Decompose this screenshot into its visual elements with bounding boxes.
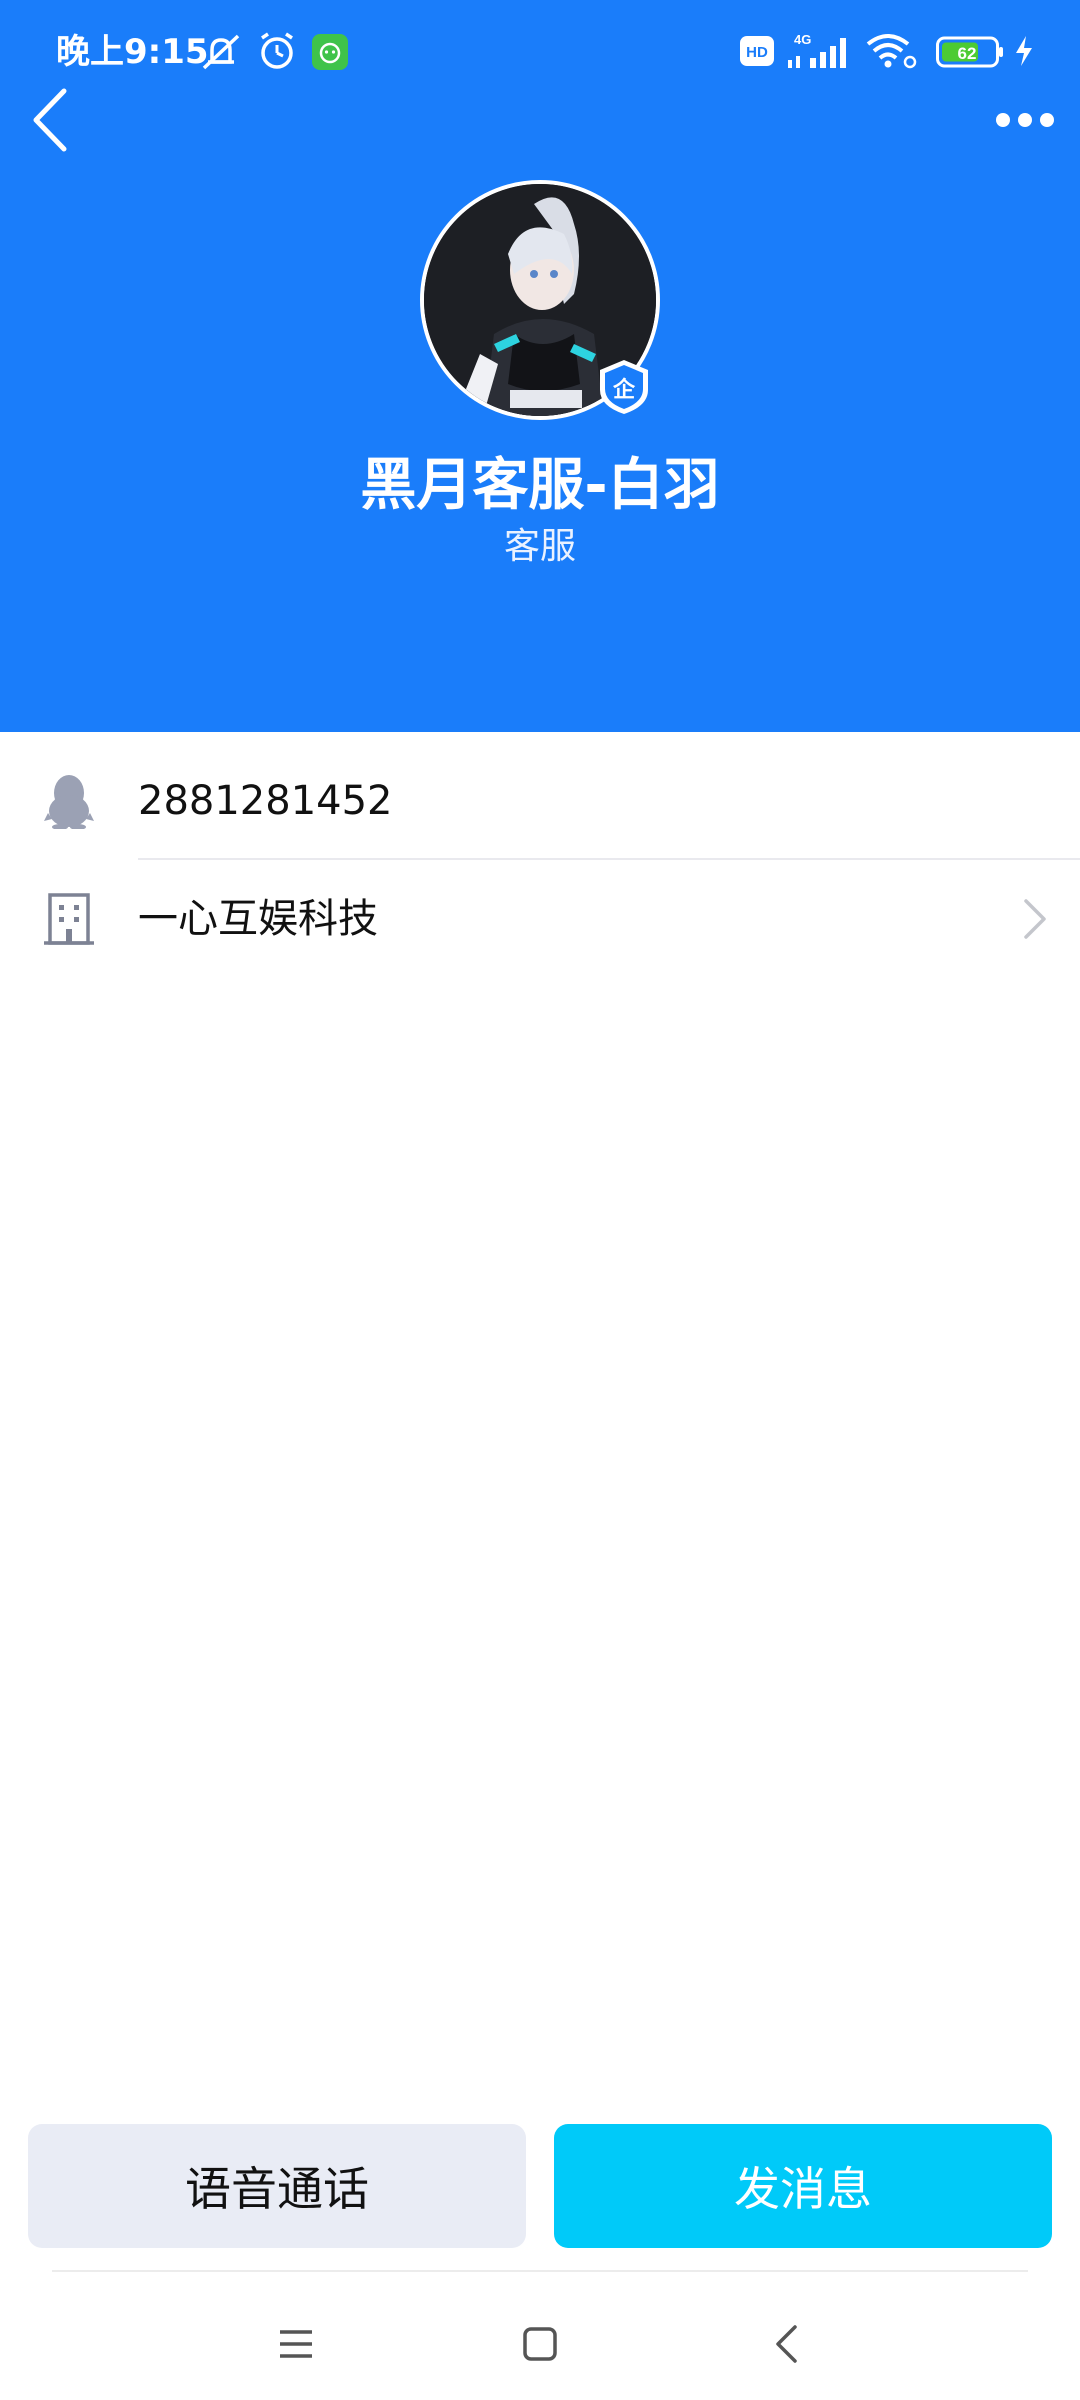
back-button[interactable] <box>10 80 90 160</box>
recent-apps-button[interactable] <box>256 2304 336 2384</box>
home-square-icon <box>523 2327 557 2361</box>
svg-text:62: 62 <box>958 44 977 63</box>
contact-name: 黑月客服-白羽 <box>360 453 720 518</box>
status-time: 晚上9:15 <box>56 32 209 72</box>
back-triangle-icon <box>776 2325 797 2363</box>
qq-number-row[interactable]: 2881281452 <box>0 742 1080 860</box>
contact-profile-page: 晚上9:15 HD 4G 62 企 黑月客服-白羽 客服 2881281452 … <box>0 0 1080 2400</box>
charging-icon <box>1012 34 1036 78</box>
voice-call-button[interactable]: 语音通话 <box>28 2124 526 2248</box>
chevron-right-icon <box>1020 897 1050 941</box>
enterprise-badge-icon: 企 <box>598 358 650 416</box>
hd-icon: HD <box>740 36 774 80</box>
building-icon <box>44 891 94 947</box>
system-back-button[interactable] <box>746 2304 826 2384</box>
svg-text:HD: HD <box>746 44 768 61</box>
more-dots-icon <box>992 113 1058 127</box>
qq-penguin-icon <box>44 773 94 830</box>
status-bar: 晚上9:15 HD 4G 62 <box>0 0 1080 100</box>
avatar-container[interactable]: 企 <box>420 180 660 420</box>
wifi-icon <box>864 30 920 74</box>
mute-bell-icon <box>198 32 244 76</box>
company-name: 一心互娱科技 <box>138 896 378 942</box>
svg-text:企: 企 <box>612 377 636 403</box>
company-row[interactable]: 一心互娱科技 <box>0 860 1080 978</box>
send-message-button[interactable]: 发消息 <box>554 2124 1052 2248</box>
more-options-button[interactable] <box>980 80 1070 160</box>
back-chevron-icon <box>33 88 67 152</box>
signal-icon: 4G <box>784 30 854 74</box>
battery-icon: 62 <box>936 34 1006 78</box>
home-button[interactable] <box>500 2304 580 2384</box>
svg-text:4G: 4G <box>794 32 811 47</box>
qq-number: 2881281452 <box>138 778 393 824</box>
alarm-icon <box>256 30 298 74</box>
nav-divider <box>52 2270 1028 2272</box>
app-notification-icon <box>312 34 348 78</box>
profile-header: 晚上9:15 HD 4G 62 企 黑月客服-白羽 客服 <box>0 0 1080 732</box>
system-navigation-bar <box>0 2274 1080 2400</box>
contact-role: 客服 <box>503 526 576 567</box>
menu-icon <box>280 2330 312 2358</box>
